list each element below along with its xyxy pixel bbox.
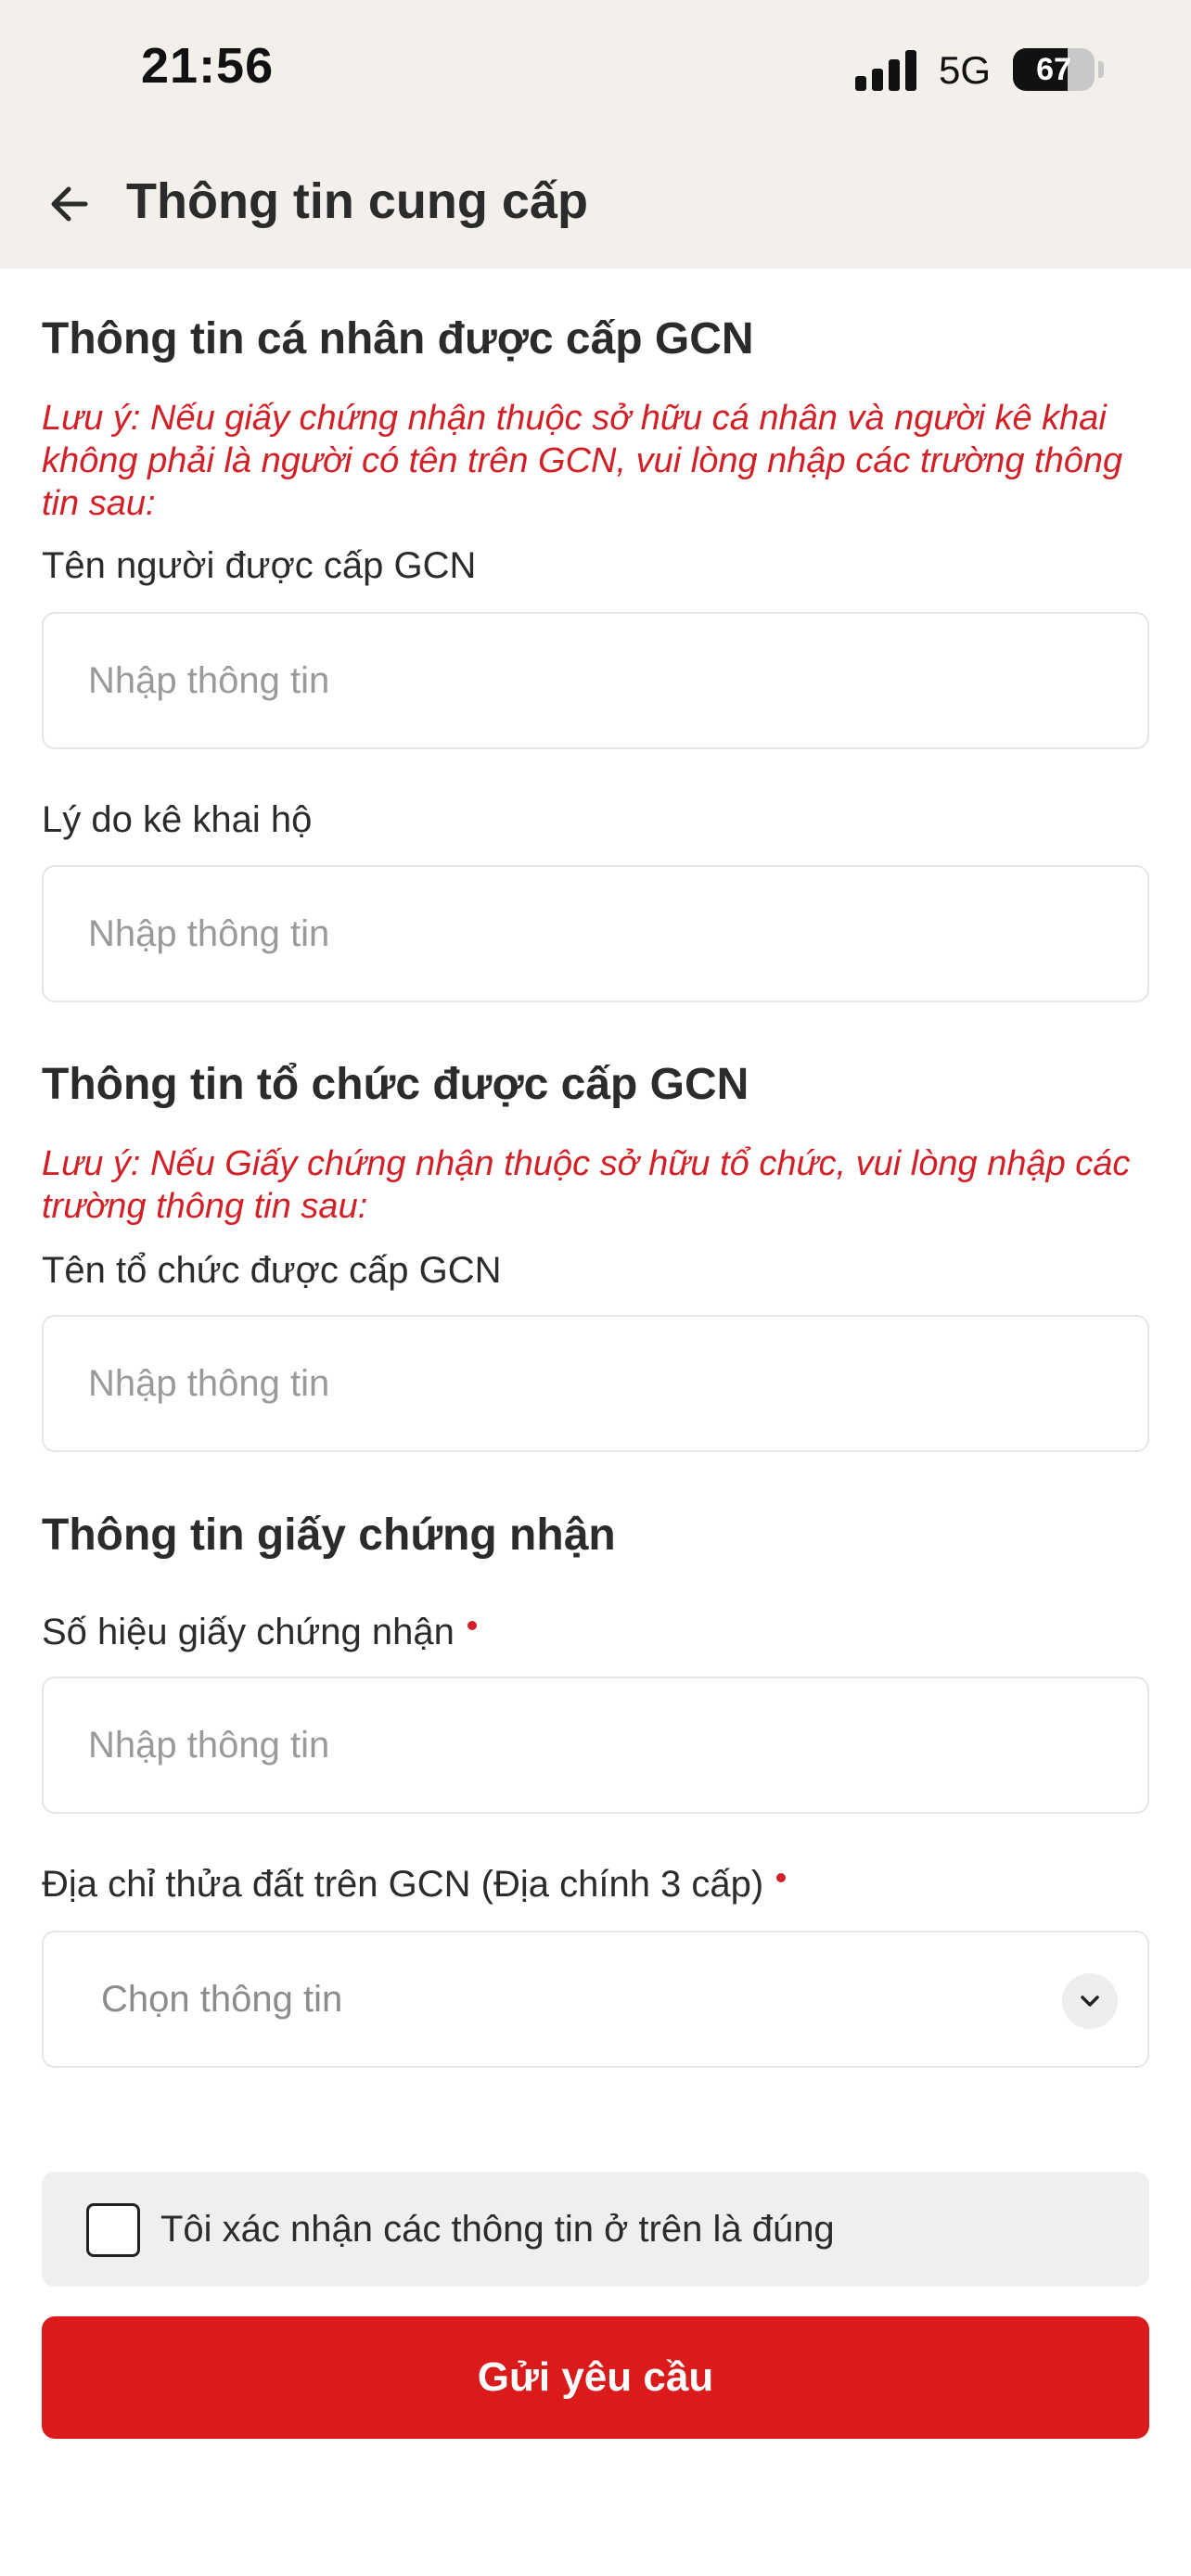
- network-type: 5G: [939, 48, 992, 92]
- confirm-checkbox[interactable]: [86, 2203, 140, 2257]
- required-indicator: [467, 1621, 477, 1630]
- battery-percentage: 67: [1036, 52, 1071, 87]
- confirm-label: Tôi xác nhận các thông tin ở trên là đún…: [160, 2209, 835, 2250]
- land-address-label: Địa chỉ thửa đất trên GCN (Địa chính 3 c…: [42, 1864, 787, 1906]
- battery-cap: [1098, 61, 1104, 78]
- recipient-name-input[interactable]: [44, 614, 1147, 747]
- recipient-name-field[interactable]: [42, 612, 1149, 749]
- organization-section-title: Thông tin tổ chức được cấp GCN: [42, 1060, 749, 1109]
- organization-section-note: Lưu ý: Nếu Giấy chứng nhận thuộc sở hữu …: [42, 1144, 1131, 1226]
- chevron-down-icon[interactable]: [1062, 1973, 1118, 2029]
- submit-button[interactable]: Gửi yêu cầu: [42, 2316, 1149, 2439]
- header: Thông tin cung cấp: [0, 158, 1191, 250]
- arrow-left-icon[interactable]: [45, 178, 96, 230]
- land-address-select[interactable]: Chọn thông tin: [42, 1931, 1149, 2068]
- land-address-label-text: Địa chỉ thửa đất trên GCN (Địa chính 3 c…: [42, 1864, 764, 1905]
- recipient-name-label: Tên người được cấp GCN: [42, 545, 477, 586]
- required-indicator: [776, 1873, 787, 1882]
- organization-name-field[interactable]: [42, 1315, 1149, 1452]
- certificate-number-input[interactable]: [44, 1678, 1147, 1812]
- status-time: 21:56: [141, 38, 275, 94]
- battery-icon: 67: [1013, 48, 1095, 91]
- confirm-row[interactable]: Tôi xác nhận các thông tin ở trên là đún…: [42, 2172, 1149, 2287]
- land-address-select-value: Chọn thông tin: [101, 1979, 343, 2020]
- certificate-number-label-text: Số hiệu giấy chứng nhận: [42, 1612, 455, 1652]
- declaration-reason-input[interactable]: [44, 867, 1147, 1001]
- cellular-signal-icon: [855, 48, 920, 91]
- personal-section-title: Thông tin cá nhân được cấp GCN: [42, 314, 754, 363]
- declaration-reason-field[interactable]: [42, 865, 1149, 1002]
- organization-name-input[interactable]: [44, 1317, 1147, 1450]
- certificate-section-title: Thông tin giấy chứng nhận: [42, 1511, 616, 1560]
- personal-section-note: Lưu ý: Nếu giấy chứng nhận thuộc sở hữu …: [42, 399, 1123, 523]
- certificate-number-label: Số hiệu giấy chứng nhận: [42, 1612, 477, 1653]
- status-bar: 21:56 5G 67: [0, 0, 1191, 139]
- certificate-number-field[interactable]: [42, 1677, 1149, 1814]
- declaration-reason-label: Lý do kê khai hộ: [42, 799, 313, 840]
- page-title: Thông tin cung cấp: [126, 173, 588, 229]
- organization-name-label: Tên tổ chức được cấp GCN: [42, 1250, 502, 1291]
- top-area: 21:56 5G 67 Thông tin cung cấp: [0, 0, 1191, 269]
